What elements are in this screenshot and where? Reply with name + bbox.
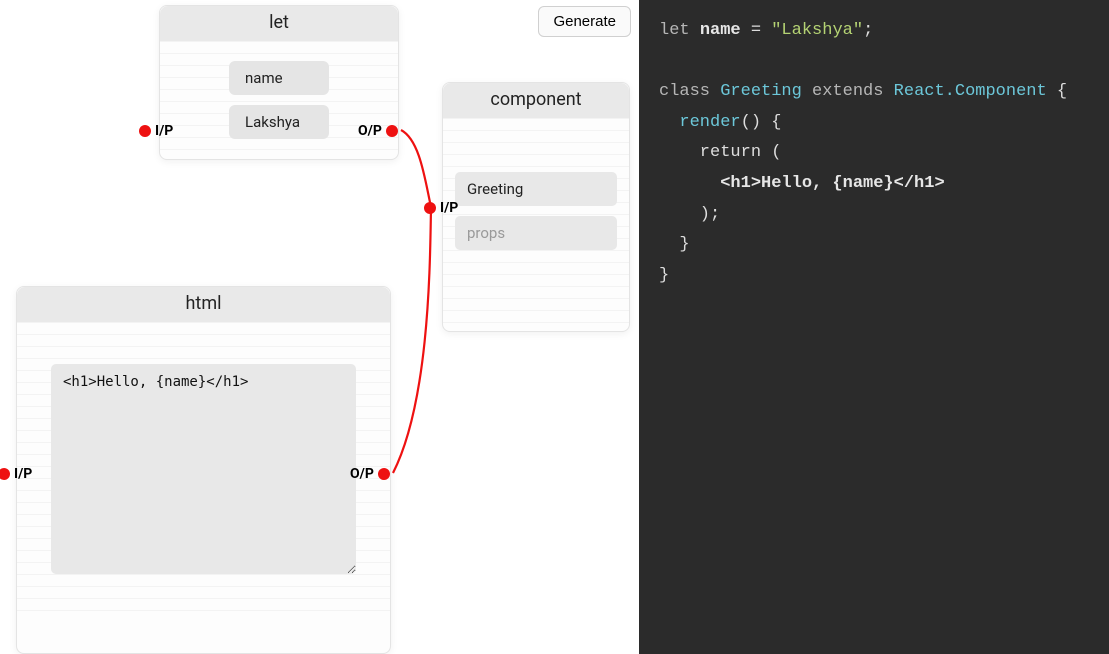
port-label: O/P bbox=[350, 466, 374, 482]
port-dot-icon bbox=[386, 125, 398, 137]
let-value-field[interactable]: Lakshya bbox=[229, 105, 329, 139]
node-let-body: name Lakshya bbox=[160, 41, 398, 159]
code-token bbox=[659, 113, 679, 132]
node-html-body bbox=[17, 322, 390, 620]
node-canvas[interactable]: Generate let name Lakshya I/P O/P html bbox=[0, 0, 639, 654]
code-token: () { bbox=[741, 113, 782, 132]
code-token: let bbox=[659, 21, 690, 40]
component-props-field[interactable]: props bbox=[455, 216, 617, 250]
code-token: } bbox=[659, 266, 669, 285]
wire-html-to-component bbox=[393, 208, 431, 473]
code-token: "Lakshya" bbox=[771, 21, 863, 40]
node-html[interactable]: html bbox=[16, 286, 391, 654]
code-token: return ( bbox=[659, 143, 781, 162]
code-token: } bbox=[659, 235, 690, 254]
component-name-field[interactable]: Greeting bbox=[455, 172, 617, 206]
port-dot-icon bbox=[378, 468, 390, 480]
code-token: class bbox=[659, 82, 710, 101]
code-output-pane: let name = "Lakshya"; class Greeting ext… bbox=[639, 0, 1109, 654]
port-let-output[interactable]: O/P bbox=[358, 123, 398, 139]
code-token: ); bbox=[659, 205, 720, 224]
code-token: Greeting bbox=[710, 82, 802, 101]
port-html-output[interactable]: O/P bbox=[350, 466, 390, 482]
port-label: I/P bbox=[440, 200, 458, 216]
let-name-field[interactable]: name bbox=[229, 61, 329, 95]
code-token: ; bbox=[863, 21, 873, 40]
node-html-title: html bbox=[17, 287, 390, 322]
port-dot-icon bbox=[0, 468, 10, 480]
port-label: I/P bbox=[14, 466, 32, 482]
code-token: = bbox=[741, 21, 772, 40]
code-token: { bbox=[1047, 82, 1067, 101]
port-let-input[interactable]: I/P bbox=[139, 123, 173, 139]
html-content-textarea[interactable] bbox=[51, 364, 356, 574]
port-dot-icon bbox=[424, 202, 436, 214]
code-token: render bbox=[679, 113, 740, 132]
wire-let-to-component bbox=[401, 130, 431, 207]
code-token: extends bbox=[802, 82, 884, 101]
app-root: Generate let name Lakshya I/P O/P html bbox=[0, 0, 1109, 654]
port-html-input[interactable]: I/P bbox=[0, 466, 32, 482]
generate-button[interactable]: Generate bbox=[538, 6, 631, 37]
port-component-input[interactable]: I/P bbox=[424, 200, 458, 216]
node-component-body: Greeting props bbox=[443, 118, 629, 330]
port-label: I/P bbox=[155, 123, 173, 139]
node-component-title: component bbox=[443, 83, 629, 118]
code-token: React.Component bbox=[883, 82, 1046, 101]
spacer bbox=[455, 134, 617, 162]
port-dot-icon bbox=[139, 125, 151, 137]
node-let-title: let bbox=[160, 6, 398, 41]
code-token: <h1>Hello, {name}</h1> bbox=[659, 174, 945, 193]
port-label: O/P bbox=[358, 123, 382, 139]
node-component[interactable]: component Greeting props bbox=[442, 82, 630, 332]
code-token: name bbox=[700, 21, 741, 40]
